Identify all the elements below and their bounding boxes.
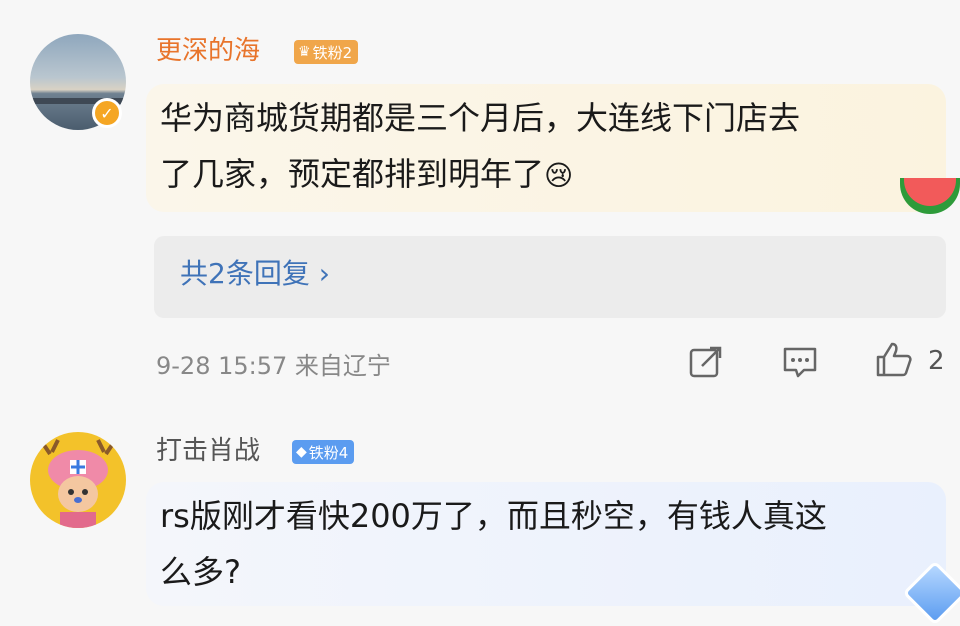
comment-text-line: 了几家，预定都排到明年了😢 [160,155,574,193]
comment-text-line: 华为商城货期都是三个月后，大连线下门店去 [160,99,801,137]
fan-badge-label: 铁粉2 [312,43,353,62]
reply-count-label: 共2条回复 › [180,257,330,290]
username[interactable]: 更深的海 [156,36,260,66]
comment-meta: 9-28 15:57 来自辽宁 [156,352,391,380]
crown-icon: ♛ [298,44,311,60]
fan-badge: ◆ 铁粉4 [292,440,355,464]
comment-bubble: rs版刚才看快200万了，而且秒空，有钱人真这 么多? [146,482,946,606]
chopper-avatar-icon [40,439,116,528]
like-icon[interactable] [874,340,914,380]
fan-badge: ♛ 铁粉2 [294,40,359,64]
share-icon[interactable] [686,342,726,382]
like-count: 2 [928,346,945,376]
comment-text-line: rs版刚才看快200万了，而且秒空，有钱人真这 [160,497,827,535]
fan-badge-label: 铁粉4 [308,443,349,462]
reply-summary-link[interactable]: 共2条回复 › [154,236,946,318]
comment-text-line: 么多? [160,553,241,591]
comment-icon[interactable] [780,342,820,382]
crying-emoji-icon: 😢 [544,159,574,192]
comment-bubble: 华为商城货期都是三个月后，大连线下门店去 了几家，预定都排到明年了😢 [146,84,946,212]
watermelon-flesh [904,178,956,206]
verified-icon: ✓ [92,98,122,128]
diamond-icon: ◆ [296,444,307,460]
avatar[interactable] [30,432,126,528]
username[interactable]: 打击肖战 [156,436,260,466]
